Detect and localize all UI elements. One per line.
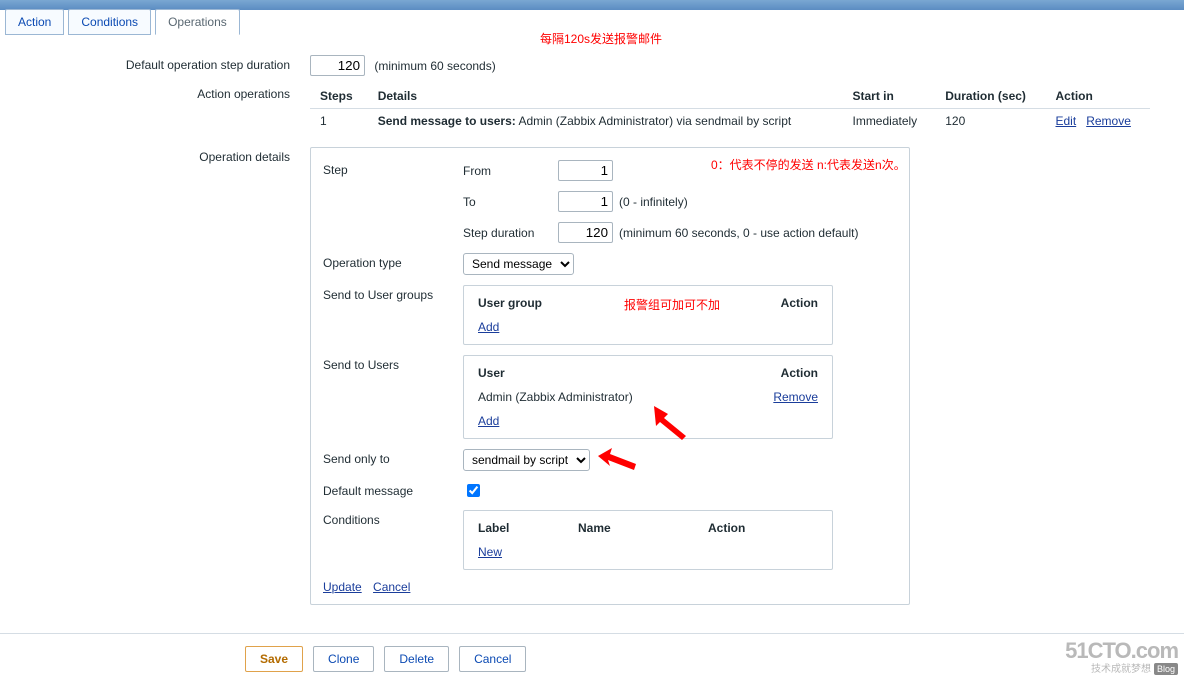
input-step-from[interactable] xyxy=(558,160,613,181)
select-send-only-to[interactable]: sendmail by script xyxy=(463,449,590,471)
save-button[interactable]: Save xyxy=(245,646,303,672)
remove-user-link[interactable]: Remove xyxy=(773,390,818,404)
annotation-group: 报警组可加可不加 xyxy=(624,296,720,313)
add-user-link[interactable]: Add xyxy=(478,414,499,428)
input-step-duration[interactable] xyxy=(558,222,613,243)
label-to: To xyxy=(463,195,558,209)
th-duration: Duration (sec) xyxy=(935,84,1045,109)
annotation-infinite: 0：代表不停的发送 n:代表发送n次。 xyxy=(711,156,906,173)
u-col2: Action xyxy=(781,366,818,380)
add-user-group-link[interactable]: Add xyxy=(478,320,499,334)
user-name: Admin (Zabbix Administrator) xyxy=(478,390,633,404)
operation-details-box: 0：代表不停的发送 n:代表发送n次。 Step From To (0 - in… xyxy=(310,147,910,605)
tab-conditions[interactable]: Conditions xyxy=(68,9,151,35)
th-steps: Steps xyxy=(310,84,368,109)
cancel-button[interactable]: Cancel xyxy=(459,646,526,672)
arrow-icon xyxy=(598,446,638,476)
hint-use-default: (minimum 60 seconds, 0 - use action defa… xyxy=(619,226,858,240)
form: 每隔120s发送报警邮件 Default operation step dura… xyxy=(0,35,1184,633)
users-box: User Action Admin (Zabbix Administrator)… xyxy=(463,355,833,439)
delete-button[interactable]: Delete xyxy=(384,646,449,672)
cell-steps: 1 xyxy=(310,109,368,134)
u-col1: User xyxy=(478,366,505,380)
select-operation-type[interactable]: Send message xyxy=(463,253,574,275)
footer-buttons: Save Clone Delete Cancel xyxy=(0,633,1184,684)
ug-col1: User group xyxy=(478,296,542,310)
user-groups-box: 报警组可加可不加 User group Action Add xyxy=(463,285,833,345)
update-link[interactable]: Update xyxy=(323,580,362,594)
checkbox-default-message[interactable] xyxy=(467,484,480,497)
cancel-link[interactable]: Cancel xyxy=(373,580,410,594)
edit-link[interactable]: Edit xyxy=(1056,114,1077,128)
label-operation-details: Operation details xyxy=(10,147,310,164)
label-default-message: Default message xyxy=(323,481,463,498)
input-default-duration[interactable] xyxy=(310,55,365,76)
input-step-to[interactable] xyxy=(558,191,613,212)
cond-label: Label xyxy=(478,521,578,535)
clone-button[interactable]: Clone xyxy=(313,646,374,672)
th-details: Details xyxy=(368,84,843,109)
label-step-duration: Step duration xyxy=(463,226,558,240)
cell-duration: 120 xyxy=(935,109,1045,134)
label-send-user-groups: Send to User groups xyxy=(323,285,463,302)
ug-col2: Action xyxy=(781,296,818,310)
tab-action[interactable]: Action xyxy=(5,9,64,35)
th-start: Start in xyxy=(842,84,935,109)
cond-action: Action xyxy=(708,521,745,535)
arrow-icon xyxy=(654,406,694,440)
label-conditions: Conditions xyxy=(323,510,463,527)
label-action-operations: Action operations xyxy=(10,84,310,101)
label-send-users: Send to Users xyxy=(323,355,463,372)
hint-infinitely: (0 - infinitely) xyxy=(619,195,688,209)
hint-min60: (minimum 60 seconds) xyxy=(374,59,495,73)
label-step: Step xyxy=(323,160,463,177)
tab-operations[interactable]: Operations xyxy=(155,9,240,35)
cell-details: Send message to users: Admin (Zabbix Adm… xyxy=(368,109,843,134)
annotation-interval: 每隔120s发送报警邮件 xyxy=(540,30,662,47)
conditions-box: Label Name Action New xyxy=(463,510,833,570)
label-send-only-to: Send only to xyxy=(323,449,463,466)
operations-table: Steps Details Start in Duration (sec) Ac… xyxy=(310,84,1150,133)
label-operation-type: Operation type xyxy=(323,253,463,270)
cell-start: Immediately xyxy=(842,109,935,134)
label-from: From xyxy=(463,164,558,178)
label-default-duration: Default operation step duration xyxy=(10,55,310,72)
new-condition-link[interactable]: New xyxy=(478,545,502,559)
cell-action: Edit Remove xyxy=(1046,109,1151,134)
th-action: Action xyxy=(1046,84,1151,109)
table-row: 1 Send message to users: Admin (Zabbix A… xyxy=(310,109,1150,134)
watermark: 51CTO.com 技术成就梦想Blog xyxy=(1065,640,1178,675)
cond-name: Name xyxy=(578,521,708,535)
remove-link[interactable]: Remove xyxy=(1086,114,1131,128)
